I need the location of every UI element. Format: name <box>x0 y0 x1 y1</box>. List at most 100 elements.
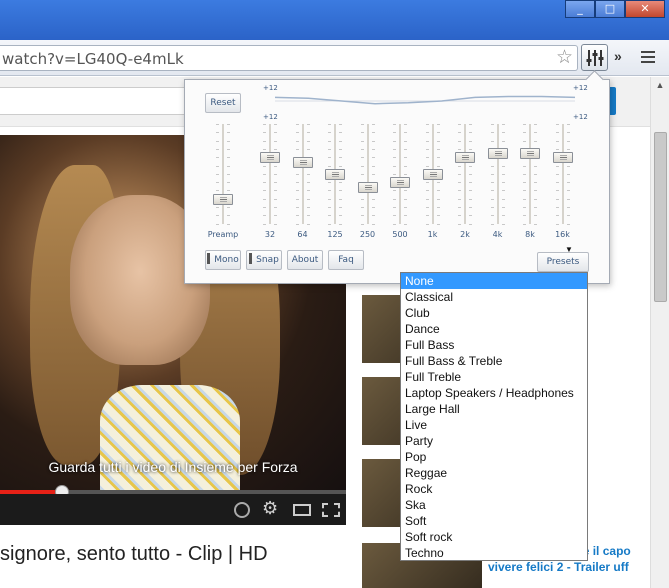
eq-band-tick <box>393 148 396 150</box>
preset-option[interactable]: Laptop Speakers / Headphones <box>401 385 587 401</box>
eq-band-slider-1k[interactable] <box>421 120 445 230</box>
scrollbar-thumb[interactable] <box>654 132 667 302</box>
preset-option[interactable]: None <box>401 273 587 289</box>
eq-band-tick <box>555 132 559 134</box>
eq-band-tick <box>263 190 266 192</box>
preset-option[interactable]: Pop <box>401 449 587 465</box>
eq-band-slider-64[interactable] <box>291 120 315 230</box>
address-bar[interactable]: watch?v=LG40Q-e4mLk ☆ <box>0 45 578 71</box>
eq-band-thumb[interactable] <box>260 152 280 164</box>
preset-option[interactable]: Dance <box>401 321 587 337</box>
eq-band-thumb[interactable] <box>357 181 378 193</box>
bookmark-star-icon[interactable]: ☆ <box>556 47 573 69</box>
eq-band-thumb[interactable] <box>487 148 508 160</box>
eq-band-tick <box>566 190 570 192</box>
preset-option[interactable]: Techno <box>401 545 587 561</box>
eq-band-thumb[interactable] <box>520 148 540 160</box>
preset-option[interactable]: Club <box>401 305 587 321</box>
eq-band-thumb[interactable] <box>390 177 410 189</box>
eq-band-tick <box>490 132 494 134</box>
preset-option[interactable]: Full Bass & Treble <box>401 353 587 369</box>
eq-band-slider-16k[interactable] <box>551 120 575 230</box>
eq-band-thumb[interactable] <box>325 169 345 180</box>
more-extensions-chevron[interactable]: » <box>614 48 622 64</box>
eq-band-track[interactable] <box>464 124 466 224</box>
eq-band-tick <box>566 223 570 225</box>
eq-band-track[interactable] <box>269 124 271 224</box>
eq-band-tick <box>458 198 461 200</box>
theater-mode-icon[interactable] <box>293 504 311 516</box>
eq-band-thumb[interactable] <box>422 169 443 180</box>
eq-band-tick <box>295 215 299 217</box>
eq-band-tick <box>295 182 299 184</box>
preset-option[interactable]: Reggae <box>401 465 587 481</box>
eq-band-slider-250[interactable] <box>356 120 380 230</box>
eq-band-slider-preamp[interactable] <box>211 120 235 230</box>
eq-band-slider-8k[interactable] <box>518 120 542 230</box>
eq-band-thumb[interactable] <box>552 152 573 164</box>
maximize-button[interactable]: □ <box>595 0 625 18</box>
fullscreen-icon[interactable] <box>322 503 340 517</box>
settings-gear-icon[interactable]: ⚙ <box>262 499 278 519</box>
eq-band-track[interactable] <box>301 124 304 224</box>
preset-option[interactable]: Live <box>401 417 587 433</box>
preset-option[interactable]: Soft <box>401 513 587 529</box>
presets-button[interactable]: Presets <box>537 252 589 272</box>
eq-band-track[interactable] <box>529 124 531 224</box>
eq-band-tick <box>393 207 396 208</box>
eq-band-tick <box>263 207 266 208</box>
eq-band-slider-2k[interactable] <box>453 120 477 230</box>
presets-dropdown[interactable]: None Classical Club Dance Full Bass Full Bass… <box>400 272 588 561</box>
eq-band-tick <box>227 165 230 167</box>
preset-option[interactable]: Large Hall <box>401 401 587 417</box>
eq-band-slider-32[interactable] <box>258 120 282 230</box>
eq-band-tick <box>404 124 407 125</box>
eq-band-tick <box>469 215 472 217</box>
about-button[interactable]: About <box>287 250 323 270</box>
eq-band-tick <box>216 182 219 184</box>
preset-option[interactable]: Classical <box>401 289 587 305</box>
close-button[interactable]: ✕ <box>625 0 665 18</box>
eq-band-tick <box>436 157 440 159</box>
watch-later-icon[interactable] <box>234 502 250 518</box>
eq-band-track[interactable] <box>222 124 224 224</box>
eq-band-slider-125[interactable] <box>323 120 347 230</box>
eq-band-thumb[interactable] <box>292 156 313 168</box>
equalizer-extension-button[interactable] <box>581 44 608 71</box>
eq-band-tick <box>458 215 461 217</box>
page-scrollbar[interactable]: ▲ <box>650 77 669 588</box>
snap-toggle[interactable]: Snap <box>246 250 282 270</box>
eq-band-thumb[interactable] <box>213 194 233 205</box>
eq-band-track[interactable] <box>366 124 369 224</box>
address-bar-url[interactable]: watch?v=LG40Q-e4mLk <box>2 50 184 68</box>
eq-band-slider-4k[interactable] <box>486 120 510 230</box>
mono-toggle[interactable]: Mono <box>205 250 241 270</box>
eq-band-tick <box>458 124 461 125</box>
eq-band-tick <box>469 124 472 125</box>
eq-band-tick <box>227 223 230 225</box>
eq-band-track[interactable] <box>496 124 499 224</box>
preset-option[interactable]: Rock <box>401 481 587 497</box>
reset-button[interactable]: Reset <box>205 93 241 113</box>
eq-band-tick <box>393 198 396 200</box>
browser-menu-icon[interactable] <box>641 51 655 66</box>
preset-option[interactable]: Full Treble <box>401 369 587 385</box>
eq-band-track[interactable] <box>561 124 564 224</box>
eq-band-tick <box>534 165 537 167</box>
faq-button[interactable]: Faq <box>328 250 364 270</box>
eq-band-tick <box>555 165 559 167</box>
minimize-button[interactable]: _ <box>565 0 595 18</box>
eq-band-tick <box>436 190 440 192</box>
preset-option[interactable]: Full Bass <box>401 337 587 353</box>
video-figure-shirt <box>100 385 240 505</box>
scroll-up-arrow-icon[interactable]: ▲ <box>653 80 667 94</box>
browser-toolbar: watch?v=LG40Q-e4mLk ☆ » <box>0 40 669 76</box>
preset-option[interactable]: Ska <box>401 497 587 513</box>
preset-option[interactable]: Party <box>401 433 587 449</box>
eq-band-tick <box>501 140 505 142</box>
eq-band-tick <box>404 223 407 225</box>
eq-band-thumb[interactable] <box>455 152 475 164</box>
eq-band-slider-500[interactable] <box>388 120 412 230</box>
eq-band-track[interactable] <box>399 124 401 224</box>
preset-option[interactable]: Soft rock <box>401 529 587 545</box>
